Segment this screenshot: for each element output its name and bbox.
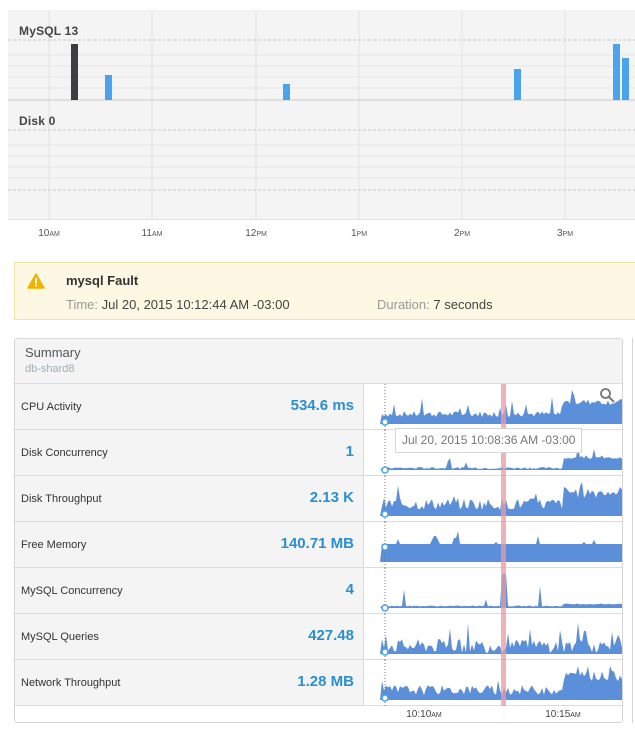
timeline-tick: 12PM: [245, 228, 267, 239]
hover-point: [381, 418, 389, 426]
hover-point: [381, 694, 389, 702]
metric-cell: CPU Activity 534.6 ms: [15, 384, 364, 429]
fault-marker: [501, 660, 506, 706]
metric-cell: Disk Throughput 2.13 K: [15, 476, 364, 521]
metric-label: Disk Concurrency: [21, 447, 108, 459]
sparkline[interactable]: [368, 660, 622, 706]
axis-tick: 10:15AM: [545, 709, 581, 720]
fault-marker: [501, 614, 506, 660]
hover-point: [381, 648, 389, 656]
timeline-axis: 10AM 11AM 12PM 1PM 2PM 3PM: [0, 222, 635, 242]
metric-label: CPU Activity: [21, 401, 82, 413]
timeline-tick: 3PM: [556, 228, 574, 239]
summary-subtitle: db-shard8: [25, 363, 75, 375]
hover-point: [381, 510, 389, 518]
metric-value: 534.6 ms: [290, 397, 354, 414]
event-bar[interactable]: [613, 44, 620, 100]
warning-icon: [27, 273, 45, 289]
alert-duration-label: Duration:: [377, 297, 430, 312]
metric-row-free-memory[interactable]: Free Memory 140.71 MB: [15, 522, 622, 568]
timeline-tick: 1PM: [350, 228, 368, 239]
metric-cell: Disk Concurrency 1: [15, 430, 364, 475]
sparkline[interactable]: [368, 568, 622, 614]
metric-row-mysql-queries[interactable]: MySQL Queries 427.48: [15, 614, 622, 660]
metric-row-network-throughput[interactable]: Network Throughput 1.28 MB: [15, 660, 622, 706]
hover-point: [381, 543, 389, 551]
search-icon[interactable]: [599, 387, 615, 403]
sparkline-area: [368, 666, 622, 700]
fault-marker: [501, 476, 506, 522]
event-bar[interactable]: [514, 69, 521, 100]
fault-marker: [501, 384, 506, 430]
lane-label-disk: Disk 0: [19, 114, 56, 128]
summary-panel: Summary db-shard8 CPU Activity 534.6 ms …: [14, 338, 623, 723]
metric-row-cpu-activity[interactable]: CPU Activity 534.6 ms: [15, 384, 622, 430]
summary-header: Summary db-shard8: [15, 339, 622, 384]
fault-alert: mysql Fault Time: Jul 20, 2015 10:12:44 …: [14, 262, 635, 320]
event-bar[interactable]: [105, 75, 112, 100]
alert-time-value: Jul 20, 2015 10:12:44 AM -03:00: [101, 297, 290, 312]
timeline-tick: 2PM: [453, 228, 471, 239]
metric-cell: MySQL Concurrency 4: [15, 568, 364, 613]
fault-marker: [501, 568, 506, 614]
sparkline[interactable]: [368, 522, 622, 568]
metric-value: 1.28 MB: [297, 673, 354, 690]
timeline-canvas[interactable]: [8, 10, 635, 220]
metric-value: 4: [345, 581, 354, 598]
metric-label: Disk Throughput: [21, 493, 102, 505]
metric-row-disk-throughput[interactable]: Disk Throughput 2.13 K: [15, 476, 622, 522]
summary-title: Summary: [25, 345, 81, 360]
alert-title: mysql Fault: [66, 273, 139, 288]
event-timeline[interactable]: MySQL 13 Disk 0: [8, 10, 635, 220]
axis-tick: 10:10AM: [406, 709, 442, 720]
timeline-tick: 10AM: [38, 228, 60, 239]
event-bar[interactable]: [622, 58, 629, 100]
summary-time-axis: 10:10AM 10:15AM: [15, 705, 622, 722]
metric-label: MySQL Concurrency: [21, 585, 123, 597]
fault-marker: [501, 522, 506, 568]
sparkline-area: [368, 574, 622, 608]
alert-duration-value: 7 seconds: [433, 297, 493, 312]
alert-time-label: Time:: [66, 297, 99, 312]
metric-label: Free Memory: [21, 539, 87, 551]
metric-value: 2.13 K: [309, 489, 354, 506]
event-bar[interactable]: [71, 44, 78, 100]
metric-label: Network Throughput: [21, 677, 121, 689]
sparkline-area: [368, 531, 622, 562]
hover-tooltip: Jul 20, 2015 10:08:36 AM -03:00: [395, 428, 583, 453]
metric-value: 140.71 MB: [280, 535, 354, 552]
alert-duration: Duration: 7 seconds: [377, 297, 493, 312]
event-bar[interactable]: [283, 84, 290, 100]
sparkline[interactable]: [368, 476, 622, 522]
lane-label-mysql: MySQL 13: [19, 24, 79, 38]
metric-cell: Network Throughput 1.28 MB: [15, 660, 364, 705]
sparkline-area: [368, 390, 622, 424]
hover-point: [381, 466, 389, 474]
metric-value: 1: [345, 443, 354, 460]
metric-value: 427.48: [308, 627, 354, 644]
sparkline[interactable]: [368, 614, 622, 660]
metric-cell: Free Memory 140.71 MB: [15, 522, 364, 567]
metric-cell: MySQL Queries 427.48: [15, 614, 364, 659]
alert-time: Time: Jul 20, 2015 10:12:44 AM -03:00: [66, 297, 290, 312]
metric-row-mysql-concurrency[interactable]: MySQL Concurrency 4: [15, 568, 622, 614]
sparkline[interactable]: [368, 384, 622, 430]
sparkline-area: [368, 622, 622, 654]
metric-label: MySQL Queries: [21, 631, 99, 643]
sparkline-area: [368, 482, 622, 516]
hover-point: [381, 604, 389, 612]
timeline-tick: 11AM: [141, 228, 163, 239]
